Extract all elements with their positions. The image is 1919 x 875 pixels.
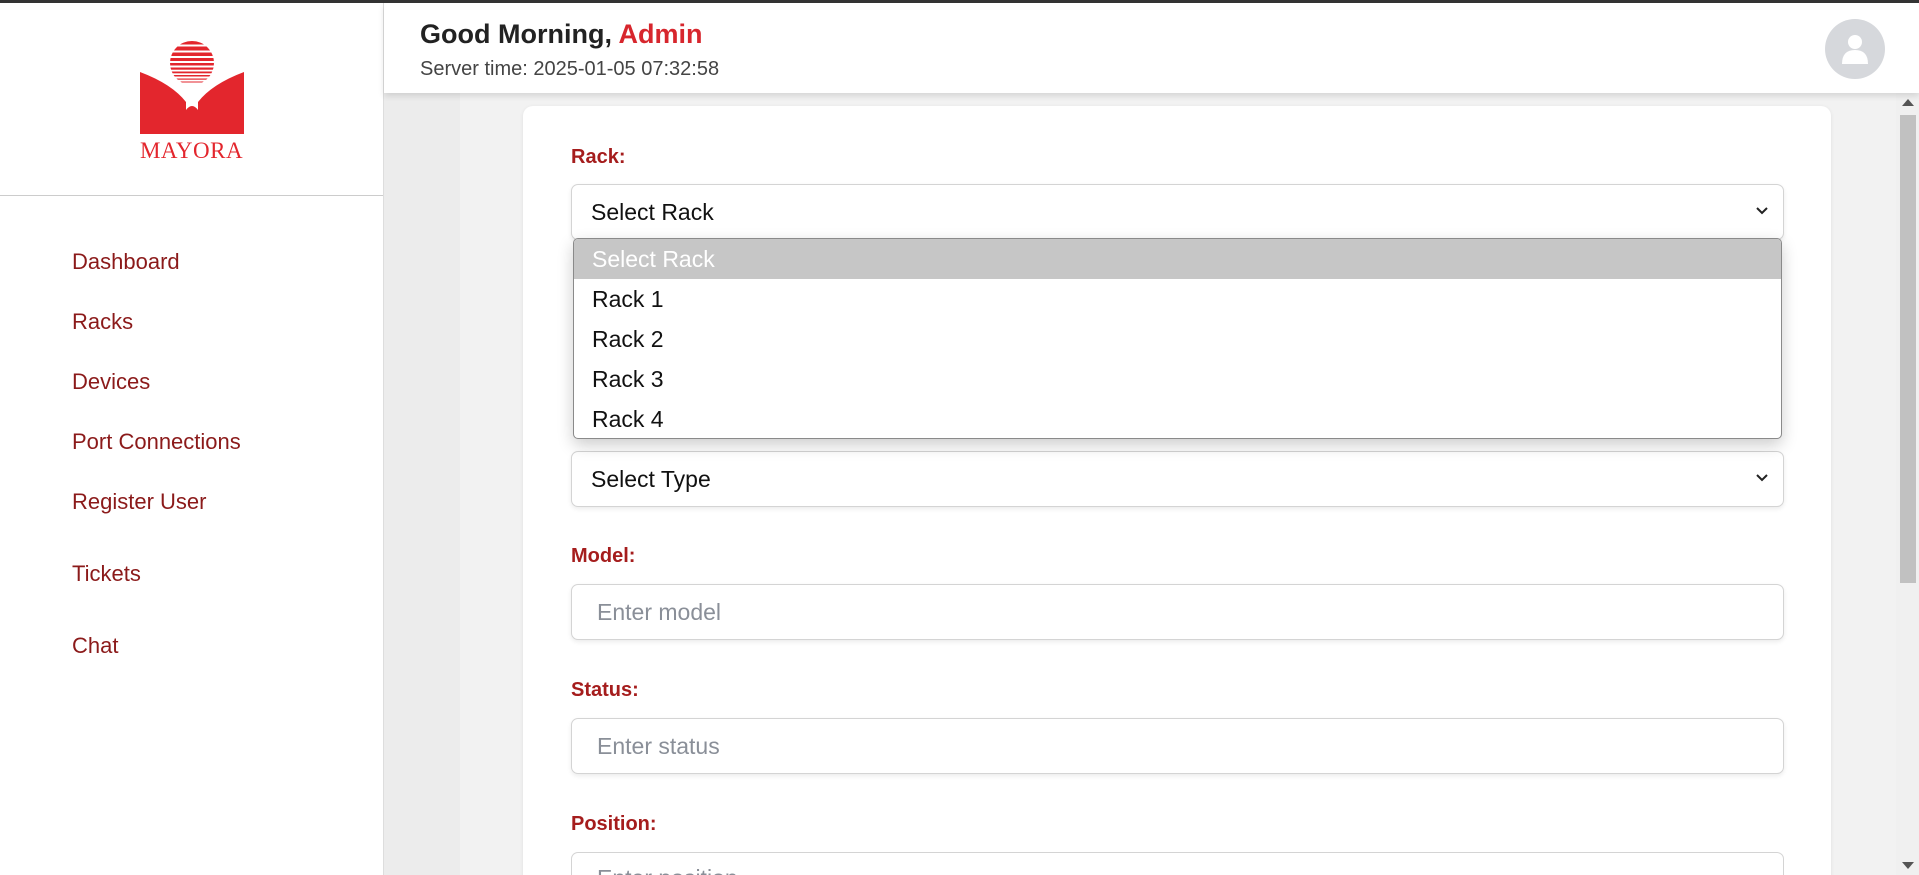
position-input[interactable]: Enter position (571, 852, 1784, 875)
mayora-logo-icon (139, 41, 244, 134)
greeting-text: Good Morning, (420, 19, 612, 49)
chevron-down-icon (1756, 207, 1768, 215)
mayora-logo[interactable]: MAYORA (132, 40, 252, 170)
scroll-thumb[interactable] (1900, 115, 1916, 583)
sidebar-item-dashboard[interactable]: Dashboard (72, 249, 180, 275)
scroll-down-arrow-icon[interactable] (1902, 862, 1914, 869)
page-scrollbar[interactable] (1896, 93, 1919, 875)
model-input[interactable]: Enter model (571, 584, 1784, 640)
model-label: Model: (571, 545, 636, 567)
sidebar: MAYORA Dashboard Racks Devices Port Conn… (0, 3, 384, 875)
sidebar-item-register-user[interactable]: Register User (72, 489, 206, 515)
rack-option[interactable]: Rack 3 (574, 359, 1781, 399)
user-name: Admin (618, 19, 703, 49)
rack-label: Rack: (571, 146, 626, 168)
sidebar-item-port-connections[interactable]: Port Connections (72, 429, 241, 455)
rack-select-value: Select Rack (591, 198, 714, 225)
position-label: Position: (571, 813, 657, 835)
top-header: Good Morning, Admin Server time: 2025-01… (384, 3, 1919, 93)
rack-option[interactable]: Rack 2 (574, 319, 1781, 359)
user-avatar-icon (1842, 35, 1868, 64)
type-select[interactable]: Select Type (571, 451, 1784, 507)
position-input-placeholder: Enter position (597, 865, 738, 875)
status-label: Status: (571, 679, 639, 701)
sidebar-item-tickets[interactable]: Tickets (72, 561, 141, 587)
greeting: Good Morning, Admin (420, 19, 702, 50)
rack-option[interactable]: Rack 4 (574, 399, 1781, 438)
chevron-down-icon (1756, 474, 1768, 482)
rack-option[interactable]: Select Rack (574, 239, 1781, 279)
server-time: Server time: 2025-01-05 07:32:58 (420, 58, 720, 80)
sidebar-item-chat[interactable]: Chat (72, 633, 118, 659)
status-input[interactable]: Enter status (571, 718, 1784, 774)
sidebar-item-racks[interactable]: Racks (72, 309, 133, 335)
scroll-up-arrow-icon[interactable] (1902, 99, 1914, 106)
sidebar-item-devices[interactable]: Devices (72, 369, 150, 395)
rack-select[interactable]: Select Rack (571, 184, 1784, 240)
rack-dropdown-list: Select Rack Rack 1 Rack 2 Rack 3 Rack 4 (573, 238, 1782, 439)
rack-option[interactable]: Rack 1 (574, 279, 1781, 319)
logo-text: MAYORA (139, 138, 244, 163)
user-avatar-button[interactable] (1825, 19, 1885, 79)
type-select-value: Select Type (591, 465, 711, 492)
logo-area: MAYORA (0, 3, 383, 196)
window-top-border (0, 0, 1919, 3)
